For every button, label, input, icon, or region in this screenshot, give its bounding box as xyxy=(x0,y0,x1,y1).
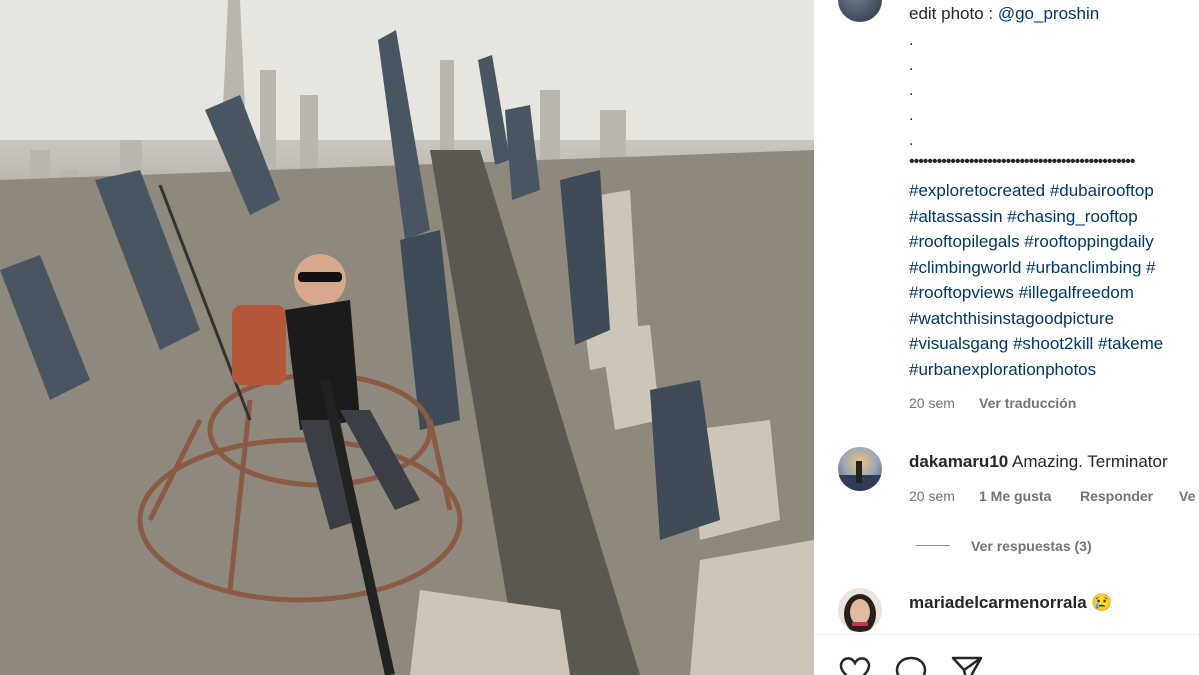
caption-dot: . xyxy=(909,132,914,149)
comment-username[interactable]: mariadelcarmenorrala xyxy=(909,593,1087,612)
caption-dot: . xyxy=(909,32,914,49)
caption-dot: . xyxy=(909,57,914,74)
comment-time: 20 sem xyxy=(909,488,955,504)
share-icon[interactable] xyxy=(950,655,984,675)
comment-likes[interactable]: 1 Me gusta xyxy=(979,488,1051,504)
city-rooftop-image xyxy=(0,0,814,675)
caption-time: 20 sem xyxy=(909,395,955,411)
hashtag-line[interactable]: #climbingworld #urbanclimbing # xyxy=(909,258,1156,278)
hashtag-line[interactable]: #altassassin #chasing_rooftop xyxy=(909,207,1138,227)
comment-username[interactable]: dakamaru10 xyxy=(909,452,1008,471)
heart-icon[interactable] xyxy=(838,655,872,675)
comment-emoji: 😢 xyxy=(1091,593,1113,612)
commenter-avatar[interactable] xyxy=(838,447,882,491)
avatar-image xyxy=(844,594,876,632)
reply-button[interactable]: Responder xyxy=(1080,488,1153,504)
hashtag-line[interactable]: #rooftopviews #illegalfreedom xyxy=(909,283,1134,303)
post-details-panel: edit photo : @go_proshin . . . . . •••••… xyxy=(814,0,1199,675)
view-replies-button[interactable]: Ver respuestas (3) xyxy=(971,538,1092,554)
caption-prefix: edit photo : xyxy=(909,4,998,23)
comment-more[interactable]: Ve xyxy=(1179,488,1195,504)
hashtag-line[interactable]: #visualsgang #shoot2kill #takeme xyxy=(909,334,1163,354)
author-avatar[interactable] xyxy=(838,0,882,22)
hashtag-line[interactable]: #watchthisinstagoodpicture xyxy=(909,309,1114,329)
caption-edit-line: edit photo : @go_proshin xyxy=(909,4,1099,24)
replies-rule xyxy=(916,545,950,546)
caption-dot: . xyxy=(909,82,914,99)
comment-icon[interactable] xyxy=(894,655,928,675)
actions-divider xyxy=(814,634,1199,635)
mention-link[interactable]: @go_proshin xyxy=(998,4,1099,23)
comment-text: Amazing. Terminator xyxy=(1012,452,1168,471)
caption-dot: . xyxy=(909,107,914,124)
comment-text-line: dakamaru10 Amazing. Terminator xyxy=(909,452,1168,472)
comment-text-line: mariadelcarmenorrala 😢 xyxy=(909,593,1113,613)
caption-separator: ••••••••••••••••••••••••••••••••••••••••… xyxy=(909,157,1135,167)
hashtag-line[interactable]: #rooftopilegals #rooftoppingdaily xyxy=(909,232,1154,252)
commenter-avatar[interactable] xyxy=(838,588,882,632)
avatar-image xyxy=(838,461,882,491)
post-photo[interactable] xyxy=(0,0,814,675)
hashtag-line[interactable]: #exploretocreated #dubairooftop xyxy=(909,181,1154,201)
hashtag-line[interactable]: #urbanexplorationphotos xyxy=(909,360,1096,380)
translate-button[interactable]: Ver traducción xyxy=(979,395,1076,411)
